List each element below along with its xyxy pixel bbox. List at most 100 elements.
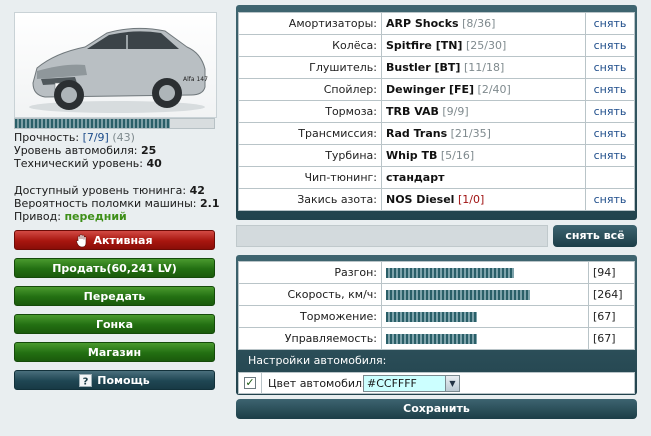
help-button[interactable]: ? Помощь [14,370,215,390]
part-level: [2/40] [477,83,511,96]
save-button-label: Сохранить [403,402,470,415]
performance-bar [386,267,514,278]
part-value: стандарт [381,166,586,189]
part-level: [1/0] [457,193,485,206]
part-value: Dewinger [FE] [2/40] [381,78,586,101]
breakdown-value: 2.1 [200,197,220,210]
part-name: Spitfire [TN] [386,39,463,52]
part-value: NOS Diesel [1/0] [381,188,586,211]
part-label: Глушитель: [238,56,382,79]
durability-extra: (43) [112,131,135,144]
color-checkbox[interactable]: ✓ [244,377,256,389]
hand-icon [76,231,88,255]
part-label-text: Амортизаторы: [288,17,377,30]
tuning-level-label: Доступный уровень тюнинга: [14,184,187,197]
performance-row: Скорость, км/ч: [264] [238,283,635,306]
part-action-cell: снять [585,122,635,145]
color-select[interactable]: #CCFFFF ▼ [363,375,460,392]
remove-part-link[interactable]: снять [594,83,627,96]
parts-table: Амортизаторы: ARP Shocks [8/36] снять Колёс… [238,12,635,211]
part-label-text: Тормоза: [325,105,377,118]
performance-value-text: [264] [593,288,623,301]
svg-text:?: ? [83,377,89,388]
part-value: ARP Shocks [8/36] [381,12,586,35]
part-label-text: Колёса: [332,39,377,52]
part-label-text: Чип-тюнинг: [304,171,377,184]
active-button-label: Активная [93,234,153,247]
remove-part-link[interactable]: снять [594,39,627,52]
part-name: Bustler [BT] [386,61,461,74]
car-badge-text: Alfa 147 [183,76,208,83]
help-icon: ? [79,371,93,394]
part-label: Турбина: [238,144,382,167]
car-level-value: 25 [141,144,157,157]
part-value: Spitfire [TN] [25/30] [381,34,586,57]
save-button[interactable]: Сохранить [236,399,637,419]
part-name: NOS Diesel [386,193,455,206]
performance-bar-cell [381,327,589,350]
transfer-button[interactable]: Передать [14,286,215,306]
checkbox-divider [261,373,262,393]
performance-bar [386,289,530,300]
car-level-label: Уровень автомобиля: [14,144,138,157]
remove-all-button[interactable]: снять всё [553,225,637,247]
performance-bar-cell [381,305,589,328]
durability-value: [7/9] [82,131,109,144]
help-button-label: Помощь [97,374,150,387]
performance-value-text: [94] [593,266,616,279]
part-name: Whip TB [386,149,438,162]
remove-part-link[interactable]: снять [594,127,627,140]
remove-part-link[interactable]: снять [594,105,627,118]
durability-bar [14,118,215,129]
breakdown-label: Вероятность поломки машины: [14,197,197,210]
performance-bar-cell [381,283,589,306]
part-label: Тормоза: [238,100,382,123]
breakdown-stat: Вероятность поломки машины: 2.1 [14,197,220,210]
part-action-cell: снять [585,188,635,211]
shop-button-label: Магазин [87,346,142,359]
performance-value-text: [67] [593,332,616,345]
settings-header-label: Настройки автомобиля: [248,354,387,367]
part-label-text: Глушитель: [309,61,377,74]
performance-value: [264] [588,283,635,306]
active-button[interactable]: Активная [14,230,215,250]
settings-header: Настройки автомобиля: [238,350,635,372]
part-row: Турбина: Whip TB [5/16] снять [238,144,635,167]
performance-table: Разгон: [94] Скорость, км/ч: [264] Торможени… [238,261,635,350]
tuning-level-value: 42 [189,184,205,197]
part-name: ARP Shocks [386,17,459,30]
performance-value: [67] [588,305,635,328]
shop-button[interactable]: Магазин [14,342,215,362]
part-row: Трансмиссия: Rad Trans [21/35] снять [238,122,635,145]
part-label: Спойлер: [238,78,382,101]
part-level: [5/16] [440,149,475,162]
race-button[interactable]: Гонка [14,314,215,334]
part-label-text: Турбина: [325,149,377,162]
remove-part-link[interactable]: снять [594,149,627,162]
tech-level-label: Технический уровень: [14,157,143,170]
part-level: [25/30] [465,39,507,52]
empty-status-field [236,225,548,247]
part-name: Rad Trans [386,127,448,140]
performance-bar [386,333,478,344]
durability-fill [15,119,171,128]
chevron-down-icon: ▼ [445,376,459,391]
race-button-label: Гонка [95,318,134,331]
part-row: Тормоза: TRB VAB [9/9] снять [238,100,635,123]
performance-row: Управляемость: [67] [238,327,635,350]
part-action-cell: снять [585,56,635,79]
remove-part-link[interactable]: снять [594,193,627,206]
remove-part-link[interactable]: снять [594,61,627,74]
part-name: стандарт [386,171,445,184]
part-value: Whip TB [5/16] [381,144,586,167]
remove-part-link[interactable]: снять [594,17,627,30]
sell-button[interactable]: Продать(60,241 LV) [14,258,215,278]
part-action-cell [585,166,635,189]
transfer-button-label: Передать [83,290,146,303]
performance-label: Разгон: [238,261,382,284]
performance-row: Торможение: [67] [238,305,635,328]
part-row: Чип-тюнинг: стандарт [238,166,635,189]
performance-label-text: Разгон: [334,266,377,279]
part-value: Bustler [BT] [11/18] [381,56,586,79]
part-row: Колёса: Spitfire [TN] [25/30] снять [238,34,635,57]
